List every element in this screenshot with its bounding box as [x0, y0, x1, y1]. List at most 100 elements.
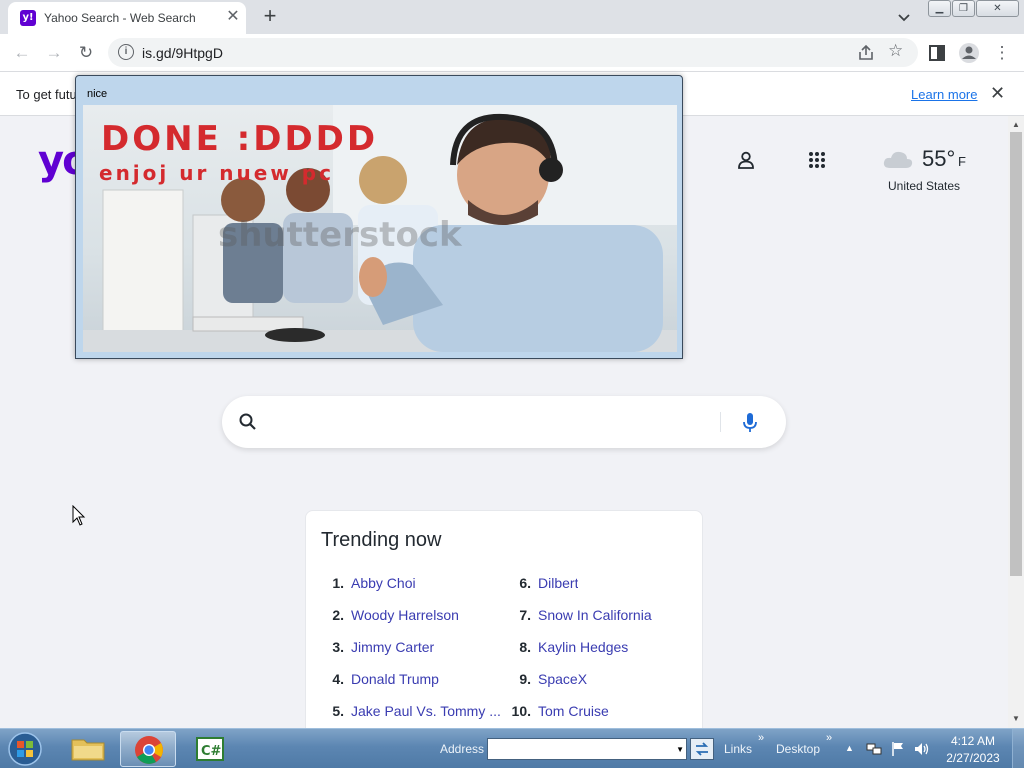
tab-title: Yahoo Search - Web Search [44, 11, 196, 25]
trending-item[interactable]: 8. Kaylin Hedges [507, 639, 687, 659]
new-tab-button[interactable]: + [258, 4, 282, 28]
scroll-down-arrow-icon[interactable]: ▼ [1012, 714, 1020, 723]
trending-link[interactable]: Donald Trump [351, 671, 439, 687]
trending-item[interactable]: 7. Snow In California [507, 607, 687, 627]
star-icon[interactable]: ☆ [888, 41, 903, 61]
address-dropdown-icon[interactable]: ▼ [676, 745, 684, 754]
clock-date[interactable]: 2/27/2023 [940, 751, 1006, 765]
info-icon[interactable]: i [118, 44, 134, 60]
trending-item[interactable]: 1. Abby Choi [320, 575, 500, 595]
trending-link[interactable]: Snow In California [538, 607, 652, 623]
address-bar[interactable]: i is.gd/9HtpgD ☆ [108, 38, 918, 67]
address-go-button[interactable] [690, 738, 714, 760]
temperature: 55° [922, 146, 956, 171]
trending-link[interactable]: Tom Cruise [538, 703, 609, 719]
back-arrow-icon[interactable]: ← [9, 40, 35, 66]
trending-link[interactable]: Dilbert [538, 575, 578, 591]
tab-close-icon[interactable]: ✕ [224, 8, 242, 26]
go-arrows-icon [695, 742, 709, 756]
close-window-button[interactable]: ✕ [976, 0, 1019, 17]
kebab-menu-icon[interactable]: ⋮ [989, 40, 1015, 66]
trending-link[interactable]: SpaceX [538, 671, 587, 687]
address-toolbar-input[interactable]: ▼ [487, 738, 687, 760]
clock-time[interactable]: 4:12 AM [940, 734, 1006, 748]
cloud-icon [883, 151, 913, 168]
trending-link[interactable]: Jake Paul Vs. Tommy ... [351, 703, 501, 719]
trending-link[interactable]: Woody Harrelson [351, 607, 459, 623]
taskbar-explorer[interactable] [60, 731, 116, 767]
search-box[interactable] [222, 396, 786, 448]
search-divider [720, 412, 721, 432]
scroll-thumb[interactable] [1010, 132, 1022, 576]
popup-watermark: shutterstock [218, 215, 462, 255]
tray-expand-icon[interactable]: ▲ [845, 743, 854, 753]
tab-yahoo-search[interactable]: y! Yahoo Search - Web Search ✕ [8, 2, 246, 34]
taskbar-csharp[interactable]: C# [182, 731, 238, 767]
address-toolbar-label: Address [440, 742, 485, 756]
mouse-cursor-icon [72, 505, 86, 526]
reload-icon[interactable]: ↻ [73, 40, 99, 66]
trending-item[interactable]: 6. Dilbert [507, 575, 687, 595]
search-input[interactable] [270, 406, 710, 438]
csharp-icon: C# [196, 737, 224, 761]
trending-item[interactable]: 2. Woody Harrelson [320, 607, 500, 627]
trending-item[interactable]: 10. Tom Cruise [507, 703, 687, 723]
trending-rank: 7. [519, 607, 531, 623]
volume-icon[interactable] [913, 741, 931, 757]
popup-caption-line1: DONE :DDDD [101, 119, 379, 159]
links-chevron-icon[interactable]: » [758, 732, 764, 744]
csharp-icon-text: C# [201, 744, 222, 759]
browser-toolbar: ← → ↻ i is.gd/9HtpgD ☆ ⋮ [0, 34, 1024, 71]
search-icon[interactable] [238, 412, 258, 432]
popup-image: shutterstock DONE :DDDD enjoj ur nuew pc [83, 105, 677, 352]
page-scrollbar[interactable]: ▲ ▼ [1008, 116, 1024, 728]
desktop-chevron-icon[interactable]: » [826, 732, 832, 744]
chrome-icon [135, 736, 163, 764]
trending-rank: 1. [332, 575, 344, 591]
infobar-text: To get futu [16, 87, 77, 102]
trending-rank: 6. [519, 575, 531, 591]
popup-window[interactable]: nice shutterstock DONE:DDDD enjoj ur nu… [75, 75, 683, 359]
trending-item[interactable]: 5. Jake Paul Vs. Tommy ... [320, 703, 501, 723]
tab-strip: y! Yahoo Search - Web Search ✕ + ▁ ❐ ✕ [0, 0, 1024, 34]
infobar-close-icon[interactable]: ✕ [990, 83, 1005, 104]
network-icon[interactable] [866, 741, 882, 757]
trending-rank: 3. [332, 639, 344, 655]
share-icon[interactable] [856, 43, 876, 63]
taskbar-chrome[interactable] [120, 731, 176, 767]
links-toolbar-label[interactable]: Links [724, 742, 752, 756]
weather-location: United States [888, 179, 961, 193]
flag-icon[interactable] [890, 741, 906, 757]
trending-item[interactable]: 3. Jimmy Carter [320, 639, 500, 659]
popup-caption-line2: enjoj ur nuew pc [99, 161, 334, 185]
forward-arrow-icon[interactable]: → [41, 40, 67, 66]
url-text[interactable]: is.gd/9HtpgD [142, 45, 223, 61]
trending-rank: 4. [332, 671, 344, 687]
trending-link[interactable]: Kaylin Hedges [538, 639, 628, 655]
trending-link[interactable]: Jimmy Carter [351, 639, 434, 655]
minimize-button[interactable]: ▁ [928, 0, 951, 17]
trending-rank: 10. [511, 703, 531, 719]
profile-icon[interactable] [957, 41, 981, 65]
weather-widget[interactable]: 55° F United States [880, 144, 980, 194]
trending-item[interactable]: 9. SpaceX [507, 671, 687, 691]
trending-rank: 8. [519, 639, 531, 655]
trending-title: Trending now [321, 529, 442, 551]
user-icon[interactable] [736, 150, 756, 170]
temperature-unit: F [958, 154, 966, 169]
windows-start-icon[interactable] [6, 731, 44, 767]
show-desktop-button[interactable] [1012, 729, 1024, 768]
tab-search-chevron-icon[interactable] [893, 6, 915, 28]
mic-icon[interactable] [740, 412, 760, 434]
yahoo-favicon-icon: y! [20, 10, 36, 26]
trending-item[interactable]: 4. Donald Trump [320, 671, 500, 691]
side-panel-icon[interactable] [925, 41, 949, 65]
scroll-up-arrow-icon[interactable]: ▲ [1012, 120, 1020, 129]
desktop-toolbar-label[interactable]: Desktop [776, 742, 820, 756]
apps-grid-icon[interactable] [808, 151, 826, 169]
learn-more-link[interactable]: Learn more [911, 87, 977, 102]
window-controls: ▁ ❐ ✕ [926, 0, 1020, 18]
trending-link[interactable]: Abby Choi [351, 575, 416, 591]
trending-rank: 2. [332, 607, 344, 623]
restore-button[interactable]: ❐ [952, 0, 975, 17]
